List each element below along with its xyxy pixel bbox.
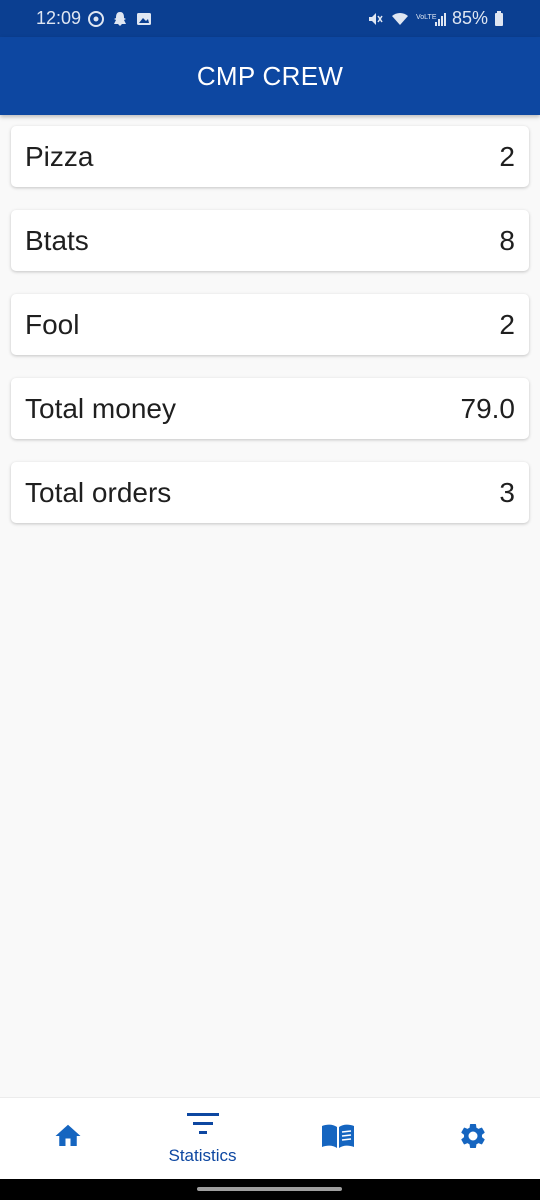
- gesture-handle[interactable]: [197, 1187, 342, 1191]
- stat-card-fool: Fool 2: [11, 294, 529, 355]
- nav-statistics-label: Statistics: [168, 1146, 237, 1165]
- app-bar: CMP CREW: [0, 37, 540, 115]
- signal-icon: VoLTE: [416, 10, 446, 28]
- status-right: VoLTE 85%: [366, 8, 504, 29]
- nav-settings[interactable]: [405, 1098, 540, 1179]
- book-icon: [321, 1122, 355, 1155]
- bottom-nav: Statistics: [0, 1097, 540, 1179]
- stat-value: 8: [499, 224, 515, 256]
- svg-text:VoLTE: VoLTE: [416, 14, 437, 21]
- stat-value: 3: [499, 476, 515, 508]
- stat-value: 2: [499, 140, 515, 172]
- nav-home[interactable]: [0, 1098, 135, 1179]
- app-title: CMP CREW: [196, 60, 344, 91]
- stat-label: Btats: [25, 224, 89, 256]
- status-bar: 12:09 VoLTE 85%: [0, 0, 540, 37]
- stat-value: 79.0: [460, 392, 516, 424]
- stat-card-pizza: Pizza 2: [11, 126, 529, 187]
- wifi-icon: [390, 10, 410, 28]
- filter-icon: [186, 1111, 220, 1142]
- status-left: 12:09: [36, 8, 153, 29]
- gallery-icon: [135, 10, 153, 28]
- stat-label: Fool: [25, 308, 80, 340]
- home-icon: [53, 1121, 83, 1156]
- stat-card-btats: Btats 8: [11, 210, 529, 271]
- status-time: 12:09: [36, 8, 82, 28]
- mute-icon: [366, 10, 384, 28]
- battery-icon: [494, 10, 504, 28]
- stat-card-total-money: Total money 79.0: [11, 378, 529, 439]
- stat-value: 2: [499, 308, 515, 340]
- stat-label: Pizza: [25, 140, 94, 172]
- stat-card-total-orders: Total orders 3: [11, 462, 529, 523]
- gesture-bar: [0, 1179, 540, 1200]
- stats-list: Pizza 2 Btats 8 Fool 2 Total money 79.0 …: [11, 126, 529, 546]
- snapchat-icon: [111, 10, 129, 28]
- whatsapp-icon: [87, 10, 105, 28]
- battery-percent: 85%: [451, 8, 488, 28]
- nav-statistics[interactable]: Statistics: [135, 1098, 270, 1179]
- stat-label: Total money: [25, 392, 176, 424]
- nav-menu[interactable]: [270, 1098, 405, 1179]
- stat-label: Total orders: [25, 476, 172, 508]
- gear-icon: [458, 1121, 488, 1156]
